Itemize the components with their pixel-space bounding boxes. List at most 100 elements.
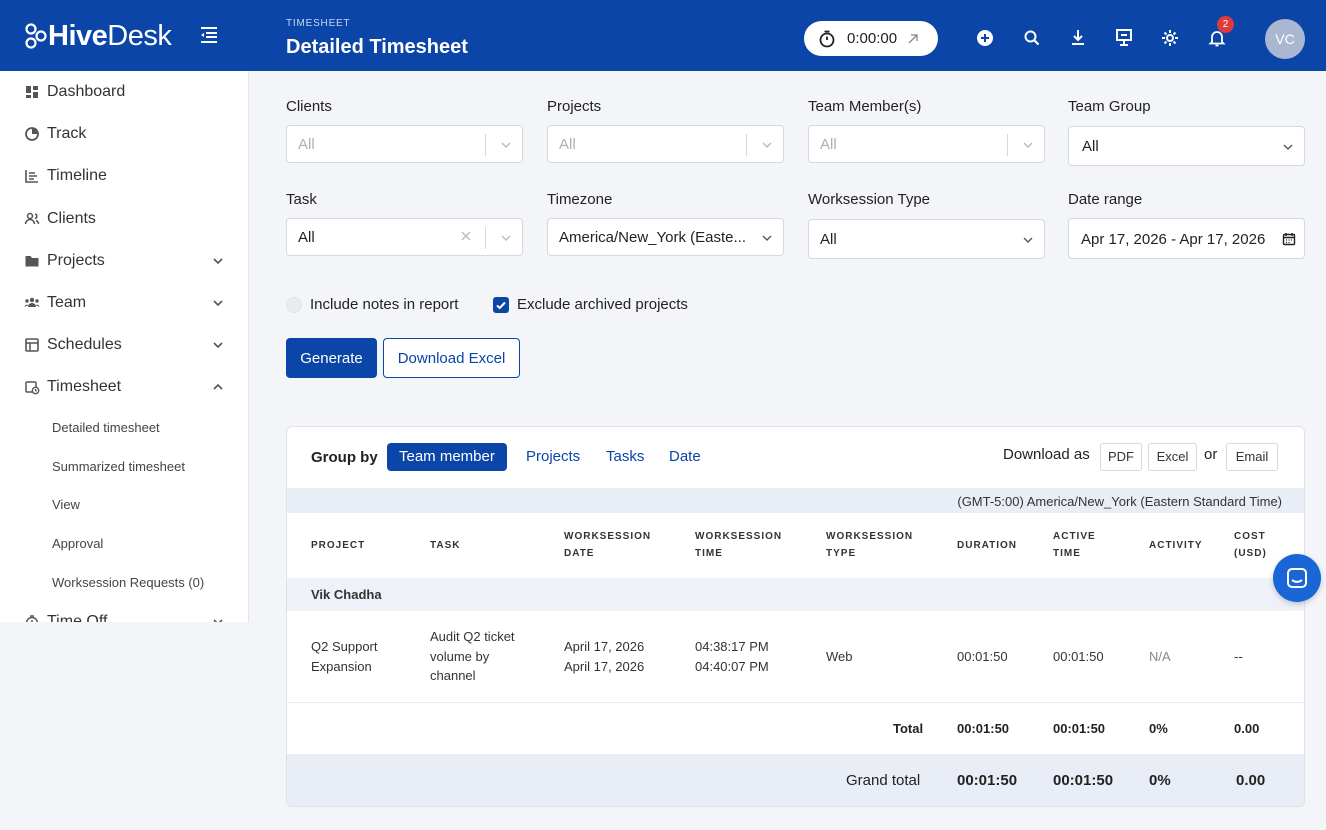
notification-badge: 2 bbox=[1217, 16, 1234, 33]
sidebar-item-projects[interactable]: Projects bbox=[0, 242, 248, 280]
cell-cost: -- bbox=[1234, 649, 1243, 664]
column-header-worksession-date: WORKSESSION DATE bbox=[564, 531, 652, 559]
chevron-down-icon bbox=[213, 342, 223, 349]
column-header-active-time: ACTIVE TIME bbox=[1053, 531, 1096, 559]
download-pdf-button[interactable]: PDF bbox=[1100, 443, 1142, 471]
team-members-label: Team Member(s) bbox=[808, 98, 922, 115]
sidebar-subitem-approval[interactable]: Approval bbox=[52, 536, 103, 551]
team-members-value: All bbox=[820, 136, 837, 153]
download-or-text: or bbox=[1204, 446, 1218, 463]
breadcrumb: TIMESHEET bbox=[286, 18, 351, 29]
timer-icon bbox=[819, 30, 835, 47]
presentation-icon[interactable] bbox=[1114, 27, 1134, 47]
download-excel-report-button[interactable]: Excel bbox=[1148, 443, 1197, 471]
group-header-row: Vik Chadha bbox=[287, 578, 1304, 611]
group-by-tasks-tab[interactable]: Tasks bbox=[606, 443, 644, 471]
sidebar-item-team[interactable]: Team bbox=[0, 284, 248, 322]
exclude-archived-checkbox[interactable] bbox=[493, 297, 509, 313]
hivedesk-logo[interactable]: HiveDesk bbox=[24, 20, 172, 52]
sidebar-subitem-summarized-timesheet[interactable]: Summarized timesheet bbox=[52, 459, 185, 474]
add-circle-icon[interactable] bbox=[975, 27, 995, 47]
search-icon[interactable] bbox=[1022, 27, 1042, 47]
timezone-select[interactable]: America/New_York (Easte... bbox=[547, 218, 784, 256]
download-excel-button[interactable]: Download Excel bbox=[383, 338, 520, 378]
group-by-date-tab[interactable]: Date bbox=[669, 443, 701, 471]
include-notes-checkbox[interactable] bbox=[286, 297, 302, 313]
total-cost: 0.00 bbox=[1234, 721, 1260, 736]
sidebar-item-track[interactable]: Track bbox=[0, 115, 248, 153]
task-value: All bbox=[298, 229, 315, 246]
logo-mark-icon bbox=[25, 23, 47, 49]
row-divider bbox=[287, 702, 1304, 703]
team-group-label: Team Group bbox=[1068, 98, 1151, 115]
group-by-projects-tab[interactable]: Projects bbox=[526, 443, 580, 471]
sidebar-item-clients[interactable]: Clients bbox=[0, 200, 248, 238]
track-icon bbox=[25, 127, 39, 141]
sidebar-subitem-worksession-requests[interactable]: Worksession Requests (0) bbox=[52, 575, 204, 590]
worksession-type-select[interactable]: All bbox=[808, 219, 1045, 259]
sidebar-item-timeline[interactable]: Timeline bbox=[0, 157, 248, 195]
gear-icon[interactable] bbox=[1160, 27, 1180, 47]
sidebar-item-schedules[interactable]: Schedules bbox=[0, 326, 248, 364]
schedules-icon bbox=[25, 338, 39, 352]
group-by-team-member-tab[interactable]: Team member bbox=[387, 443, 507, 471]
sidebar-item-label: Team bbox=[47, 294, 87, 311]
date-range-input[interactable]: Apr 17, 2026 - Apr 17, 2026 bbox=[1068, 218, 1305, 259]
generate-button[interactable]: Generate bbox=[286, 338, 377, 378]
clear-icon[interactable] bbox=[460, 230, 472, 242]
team-members-select[interactable]: All bbox=[808, 125, 1045, 163]
sidebar-item-dashboard[interactable]: Dashboard bbox=[0, 73, 248, 111]
clients-select[interactable]: All bbox=[286, 125, 523, 163]
grand-total-row: Grand total 00:01:50 00:01:50 0% 0.00 bbox=[287, 754, 1304, 806]
total-active-time: 00:01:50 bbox=[1053, 721, 1106, 736]
column-header-task: TASK bbox=[430, 540, 461, 551]
timezone-label: Timezone bbox=[547, 191, 613, 208]
chevron-down-icon bbox=[501, 235, 511, 241]
task-select[interactable]: All bbox=[286, 218, 523, 256]
column-header-duration: DURATION bbox=[957, 540, 1018, 551]
projects-label: Projects bbox=[547, 98, 602, 115]
column-header-cost: COST (USD) bbox=[1234, 531, 1267, 559]
chevron-down-icon bbox=[1023, 142, 1033, 148]
calendar-icon[interactable] bbox=[1282, 232, 1296, 246]
cell-active-time: 00:01:50 bbox=[1053, 649, 1104, 664]
download-as-label: Download as bbox=[1003, 446, 1090, 463]
total-activity: 0% bbox=[1149, 721, 1168, 736]
worksession-type-label: Worksession Type bbox=[808, 191, 930, 208]
sidebar-item-label: Schedules bbox=[47, 336, 122, 353]
team-group-select[interactable]: All bbox=[1068, 126, 1305, 166]
sidebar-item-label: Projects bbox=[47, 252, 105, 269]
checkmark-icon bbox=[496, 301, 506, 310]
sidebar-subitem-view[interactable]: View bbox=[52, 497, 80, 512]
timezone-value: America/New_York (Easte... bbox=[559, 229, 747, 246]
chat-support-button[interactable] bbox=[1273, 554, 1321, 602]
chevron-up-icon bbox=[213, 383, 223, 390]
column-header-worksession-time: WORKSESSION TIME bbox=[695, 531, 783, 559]
download-icon[interactable] bbox=[1068, 27, 1088, 47]
sidebar-subitem-detailed-timesheet[interactable]: Detailed timesheet bbox=[52, 420, 160, 435]
chevron-down-icon bbox=[762, 142, 772, 148]
email-report-button[interactable]: Email bbox=[1226, 443, 1278, 471]
date-range-value: Apr 17, 2026 - Apr 17, 2026 bbox=[1081, 231, 1266, 248]
cell-duration: 00:01:50 bbox=[957, 649, 1008, 664]
dashboard-icon bbox=[26, 86, 38, 98]
timer-button[interactable]: 0:00:00 bbox=[804, 21, 938, 56]
folder-icon bbox=[25, 256, 39, 267]
avatar[interactable]: VC bbox=[1265, 19, 1305, 59]
date-range-label: Date range bbox=[1068, 191, 1143, 208]
task-label: Task bbox=[286, 191, 317, 208]
top-header: HiveDesk TIMESHEET Detailed Timesheet 0:… bbox=[0, 0, 1326, 71]
team-icon bbox=[24, 297, 40, 307]
worksession-type-value: All bbox=[820, 231, 837, 248]
sidebar-item-timesheet[interactable]: Timesheet bbox=[0, 368, 248, 406]
sidebar-item-time-off[interactable]: Time Off bbox=[0, 603, 248, 622]
sidebar-item-label: Time Off bbox=[47, 613, 108, 622]
timezone-note: (GMT-5:00) America/New_York (Eastern Sta… bbox=[957, 494, 1282, 509]
projects-select[interactable]: All bbox=[547, 125, 784, 163]
cell-project: Q2 Support Expansion bbox=[311, 639, 378, 674]
grand-total-cost: 0.00 bbox=[1236, 772, 1266, 789]
timer-value: 0:00:00 bbox=[847, 30, 898, 47]
sidebar-item-label: Timesheet bbox=[47, 378, 122, 395]
sidebar-item-label: Dashboard bbox=[47, 83, 126, 100]
collapse-sidebar-icon[interactable] bbox=[198, 24, 220, 46]
